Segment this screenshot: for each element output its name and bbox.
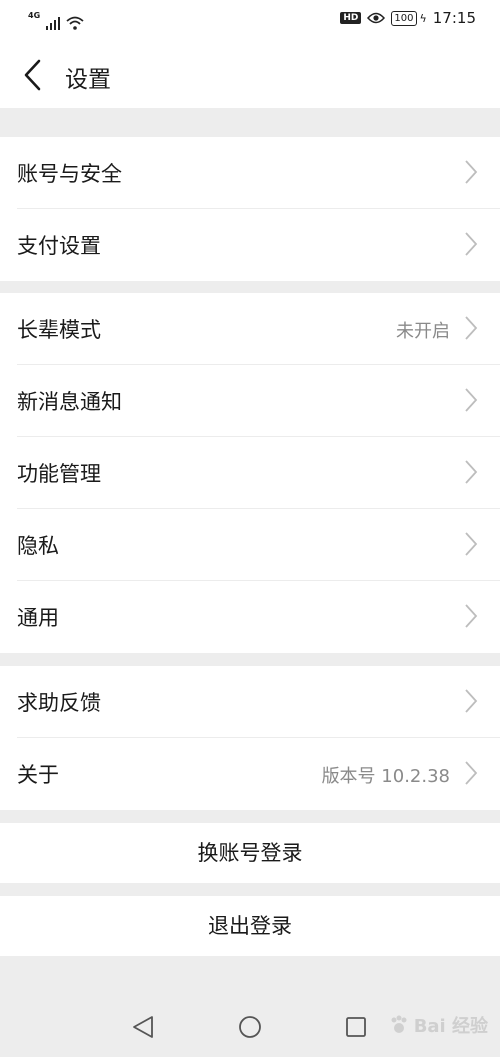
switch-account-button[interactable]: 换账号登录 xyxy=(0,823,500,883)
logout-button[interactable]: 退出登录 xyxy=(0,896,500,956)
chevron-right-icon xyxy=(465,460,478,484)
settings-item-label: 新消息通知 xyxy=(17,390,122,414)
status-right: HD 100 ϟ 17:15 xyxy=(340,9,476,27)
settings-group-general: 长辈模式 未开启 新消息通知 功能管理 隐私 通用 xyxy=(0,293,500,653)
switch-account-label: 换账号登录 xyxy=(197,841,303,865)
settings-item-elder-mode[interactable]: 长辈模式 未开启 xyxy=(0,293,500,365)
page-title: 设置 xyxy=(65,67,111,93)
network-type: 4G xyxy=(28,11,41,20)
circle-home-icon[interactable] xyxy=(239,1016,261,1038)
settings-item-value: 未开启 xyxy=(396,321,450,342)
chevron-right-icon xyxy=(465,388,478,412)
watermark-text: Bai 经验 xyxy=(413,1016,488,1037)
settings-item-features[interactable]: 功能管理 xyxy=(0,437,500,509)
header-bar: 设置 xyxy=(0,40,500,108)
settings-item-label: 功能管理 xyxy=(17,462,101,486)
settings-group-account: 账号与安全 支付设置 xyxy=(0,137,500,281)
chevron-right-icon xyxy=(465,532,478,556)
settings-item-label: 求助反馈 xyxy=(17,691,101,715)
version-label: 版本号 10.2.38 xyxy=(321,766,450,787)
settings-item-label: 隐私 xyxy=(17,534,59,558)
settings-item-label: 支付设置 xyxy=(17,234,101,258)
settings-item-account-security[interactable]: 账号与安全 xyxy=(0,137,500,209)
settings-item-general[interactable]: 通用 xyxy=(0,581,500,653)
signal-indicators: 4G xyxy=(28,10,84,30)
settings-group-help: 求助反馈 关于 版本号 10.2.38 xyxy=(0,666,500,810)
hd-badge: HD xyxy=(340,12,362,24)
chevron-right-icon xyxy=(465,232,478,256)
status-bar: 4G HD 100 ϟ 17:15 xyxy=(0,0,500,40)
battery-level: 100 xyxy=(394,12,414,24)
settings-item-payment[interactable]: 支付设置 xyxy=(0,209,500,281)
settings-item-label: 关于 xyxy=(17,763,59,787)
settings-item-help-feedback[interactable]: 求助反馈 xyxy=(0,666,500,738)
wifi-icon xyxy=(66,16,84,30)
paw-logo-icon xyxy=(391,1015,407,1033)
status-time: 17:15 xyxy=(432,9,476,27)
watermark: Bai 经验 xyxy=(388,1012,488,1038)
eye-icon xyxy=(367,12,386,24)
battery-icon: 100 xyxy=(391,10,417,26)
settings-item-notifications[interactable]: 新消息通知 xyxy=(0,365,500,437)
logout-label: 退出登录 xyxy=(208,914,292,938)
chevron-right-icon xyxy=(465,761,478,785)
chevron-right-icon xyxy=(465,604,478,628)
settings-item-label: 账号与安全 xyxy=(17,162,122,186)
settings-item-privacy[interactable]: 隐私 xyxy=(0,509,500,581)
settings-item-label: 长辈模式 xyxy=(17,318,101,342)
chevron-right-icon xyxy=(465,689,478,713)
settings-item-label: 通用 xyxy=(17,606,59,630)
signal-bars-icon xyxy=(46,16,61,30)
triangle-back-icon[interactable] xyxy=(133,1016,153,1038)
chevron-right-icon xyxy=(465,160,478,184)
square-recent-icon[interactable] xyxy=(346,1017,366,1037)
settings-item-about[interactable]: 关于 版本号 10.2.38 xyxy=(0,738,500,810)
charging-icon: ϟ xyxy=(419,11,427,25)
chevron-left-icon xyxy=(24,59,41,91)
back-button[interactable] xyxy=(18,58,48,92)
chevron-right-icon xyxy=(465,316,478,340)
